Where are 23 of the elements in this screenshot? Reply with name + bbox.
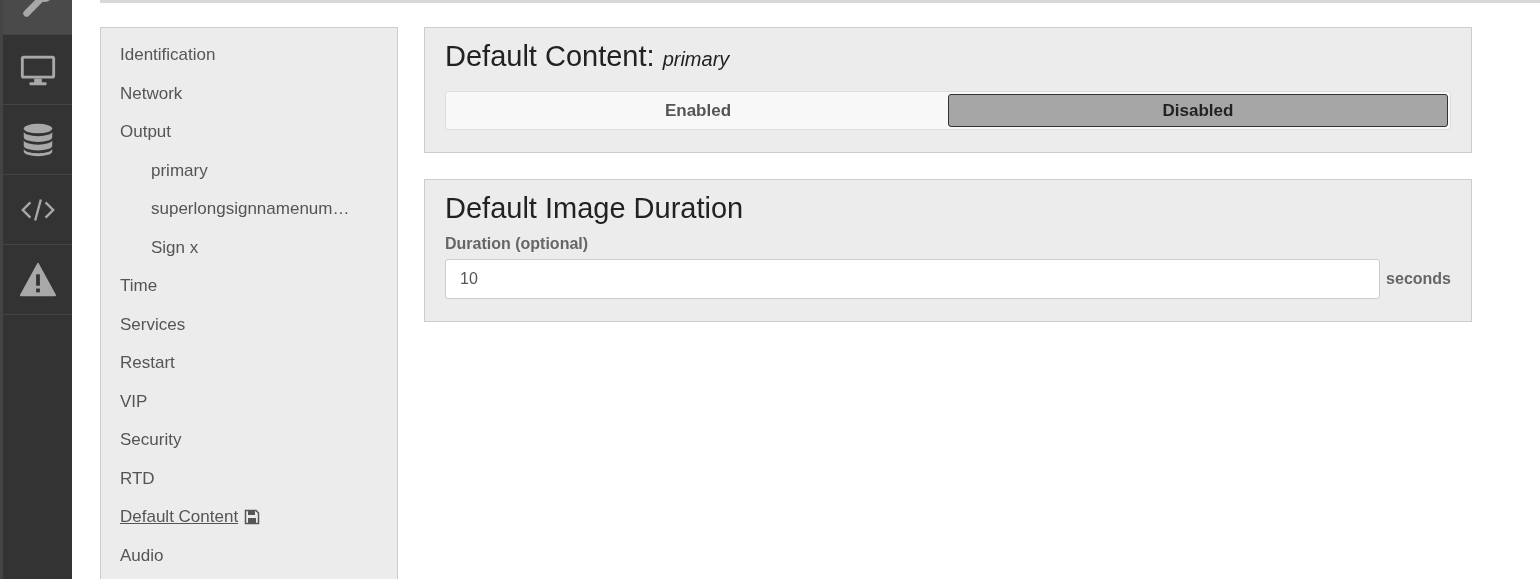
toggle-option[interactable]: Enabled (448, 94, 948, 127)
duration-input[interactable]: 10 (445, 259, 1381, 299)
field-label: Duration (optional) (445, 235, 590, 253)
sidebar-link[interactable]: Services (120, 314, 186, 335)
sidebar-link[interactable]: Default Content (120, 507, 239, 528)
sidebar-link[interactable]: Identification (120, 45, 216, 66)
unit-label: seconds (1386, 270, 1451, 288)
panel-subtitle: primary (662, 48, 730, 70)
sidebar-link[interactable]: RTD (120, 468, 155, 489)
sidebar-link[interactable]: Restart (120, 353, 175, 374)
panel-title: Default Image Duration (445, 192, 744, 224)
sidebar-link[interactable]: Time (120, 276, 158, 297)
sidebar-link[interactable]: Output (120, 122, 172, 143)
sidebar-link[interactable]: primary (151, 160, 208, 181)
warning-icon (18, 260, 57, 299)
sidebar-link[interactable]: superlongsignnamenum… (151, 199, 350, 220)
sidebar-link[interactable]: Security (120, 430, 182, 451)
sidebar-link[interactable]: Network (120, 83, 183, 104)
toggle-option[interactable]: Disabled (948, 94, 1448, 127)
sidebar-link[interactable]: VIP (120, 391, 148, 412)
panel-title: Default Content: (445, 40, 655, 72)
sidebar-link[interactable]: Sign x (151, 237, 199, 258)
sidebar-link[interactable]: Audio (120, 545, 164, 566)
